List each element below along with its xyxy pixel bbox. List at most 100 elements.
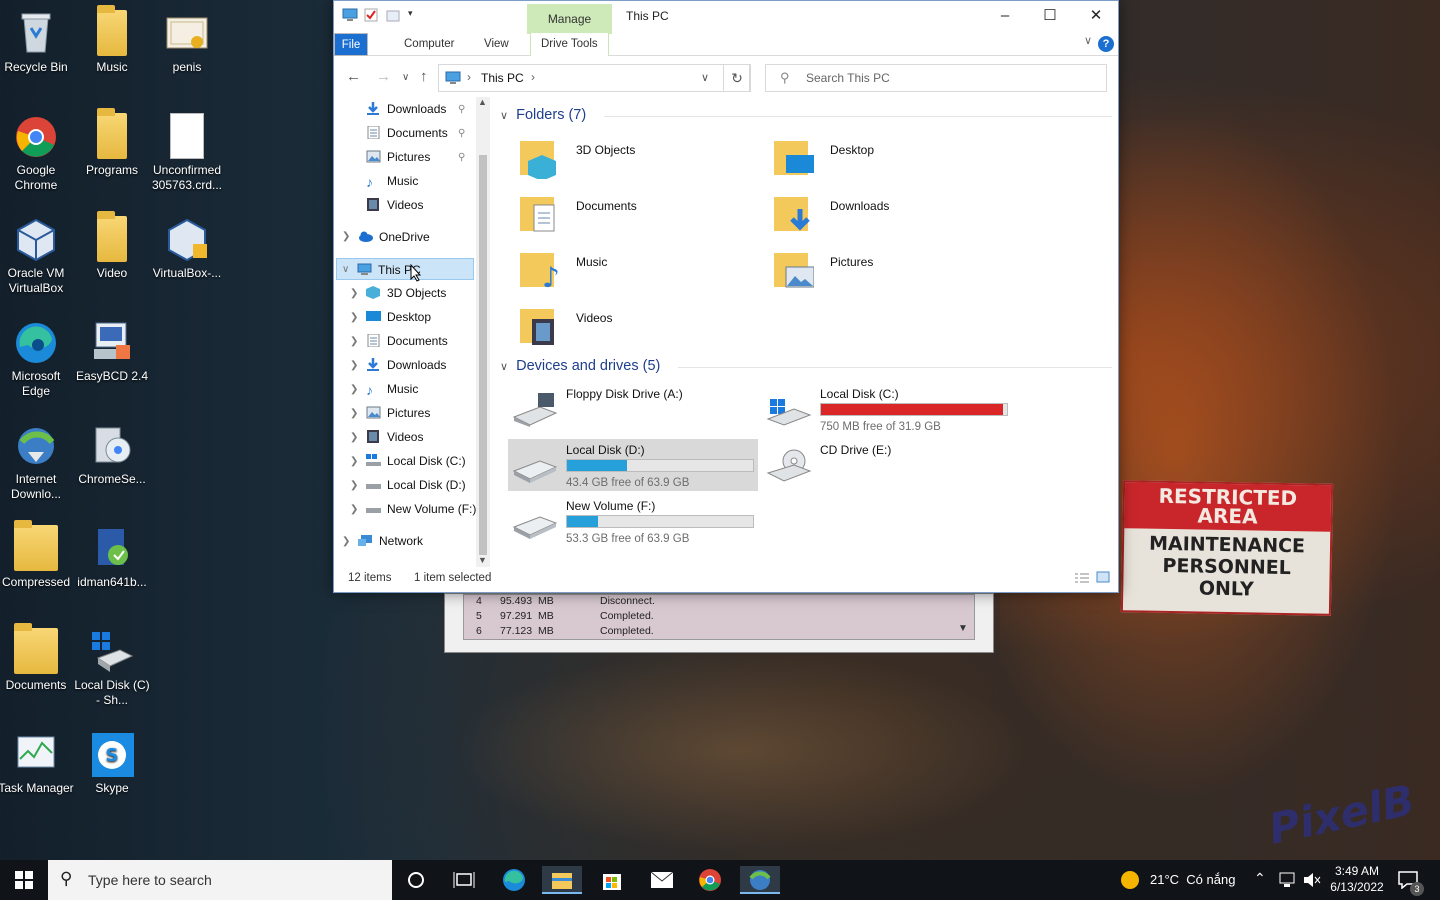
desktop-icon-task-manager[interactable]: Task Manager (0, 725, 74, 796)
sidebar-item-desktop[interactable]: Desktop (366, 306, 431, 328)
drive-local-disk-d[interactable]: Local Disk (D:) 43.4 GB free of 63.9 GB (508, 439, 758, 491)
sidebar-item-pictures-pc[interactable]: Pictures (366, 402, 430, 424)
folders-group-header[interactable]: ∨ Folders (7) (500, 107, 1112, 123)
sidebar-item-downloads[interactable]: Downloads (366, 98, 446, 120)
expand-arrow-icon[interactable]: ❯ (350, 384, 358, 395)
large-icons-view-icon[interactable] (1096, 571, 1110, 586)
clock[interactable]: 3:49 AM 6/13/2022 (1324, 860, 1390, 900)
expand-arrow-icon[interactable]: ❯ (350, 456, 358, 467)
breadcrumb[interactable]: This PC (481, 71, 524, 85)
desktop-icon-music[interactable]: Music (74, 4, 150, 75)
desktop-icon-recycle-bin[interactable]: Recycle Bin (0, 4, 74, 75)
desktop-icon-skype[interactable]: S Skype (74, 725, 150, 796)
tab-manage[interactable]: Manage (527, 4, 612, 34)
back-button[interactable]: ← (346, 68, 361, 85)
expand-arrow-icon[interactable]: ❯ (350, 408, 358, 419)
pin-icon[interactable]: ⚲ (458, 152, 465, 163)
minimize-button[interactable]: – (982, 1, 1028, 31)
expand-arrow-icon[interactable]: ❯ (350, 480, 358, 491)
desktop-icon-edge[interactable]: Microsoft Edge (0, 313, 74, 399)
sidebar-item-3d-objects[interactable]: 3D Objects (366, 282, 446, 304)
address-bar[interactable]: › This PC › ∨ (438, 64, 750, 92)
drive-floppy-a[interactable]: Floppy Disk Drive (A:) (508, 383, 758, 435)
tab-drive-tools[interactable]: Drive Tools (530, 33, 609, 56)
sidebar-item-downloads-pc[interactable]: Downloads (366, 354, 446, 376)
forward-button[interactable]: → (376, 68, 391, 85)
edge-taskbar-icon[interactable] (494, 866, 534, 894)
expand-arrow-icon[interactable]: ❯ (350, 336, 358, 347)
sidebar-item-this-pc[interactable]: This PC (336, 258, 474, 280)
desktop-icon-idman-installer[interactable]: idman641b... (74, 519, 150, 590)
expand-arrow-icon[interactable]: ❯ (350, 504, 358, 515)
scroll-up-icon[interactable]: ▲ (478, 97, 487, 107)
refresh-button[interactable]: ↻ (723, 64, 751, 92)
taskbar-search-input[interactable]: ⚲ Type here to search (48, 860, 392, 900)
expand-arrow-icon[interactable]: ❯ (342, 231, 350, 242)
desktop-icon-virtualbox-installer[interactable]: VirtualBox-... (149, 210, 225, 281)
close-button[interactable]: ✕ (1073, 1, 1119, 31)
download-list[interactable]: 4 95.493 MB Disconnect. 5 97.291 MB Comp… (463, 594, 975, 640)
search-input[interactable]: ⚲ Search This PC (765, 64, 1107, 92)
network-tray-icon[interactable] (1278, 860, 1298, 900)
sidebar-item-new-volume-f[interactable]: New Volume (F:) (366, 498, 476, 520)
drives-group-header[interactable]: ∨ Devices and drives (5) (500, 358, 1112, 374)
customize-toolbar-icon[interactable]: ▾ (408, 8, 416, 22)
details-view-icon[interactable] (1074, 572, 1090, 587)
desktop-icon-idm[interactable]: Internet Downlo... (0, 416, 74, 502)
desktop-icon-easybcd[interactable]: EasyBCD 2.4 (74, 313, 150, 384)
sidebar-item-music-pc[interactable]: ♪ Music (366, 378, 418, 400)
desktop-icon-local-disk-shortcut[interactable]: Local Disk (C) - Sh... (74, 622, 150, 708)
breadcrumb-separator-icon[interactable]: › (531, 70, 535, 84)
scroll-down-icon[interactable]: ▼ (478, 555, 487, 565)
collapse-arrow-icon[interactable]: ∨ (342, 264, 349, 275)
start-button[interactable] (4, 866, 44, 894)
properties-icon[interactable] (364, 8, 378, 22)
volume-muted-icon[interactable] (1302, 860, 1322, 900)
sidebar-item-videos[interactable]: Videos (366, 194, 423, 216)
desktop-icon-chrome[interactable]: Google Chrome (0, 107, 74, 193)
task-view-button[interactable] (444, 866, 484, 894)
new-folder-icon[interactable] (386, 8, 400, 22)
title-bar[interactable]: ▾ Manage This PC – ☐ ✕ (334, 1, 1119, 34)
sidebar-item-local-disk-c[interactable]: Local Disk (C:) (366, 450, 466, 472)
scroll-down-icon[interactable]: ▼ (958, 623, 972, 634)
desktop-icon-chromesetup[interactable]: ChromeSe... (74, 416, 150, 487)
desktop-icon-unconfirmed-file[interactable]: Unconfirmed 305763.crd... (149, 107, 225, 193)
desktop-icon-virtualbox[interactable]: Oracle VM VirtualBox (0, 210, 74, 296)
maximize-button[interactable]: ☐ (1027, 1, 1073, 31)
expand-arrow-icon[interactable]: ❯ (342, 536, 350, 547)
chrome-taskbar-icon[interactable] (690, 866, 730, 894)
desktop-icon-compressed[interactable]: Compressed (0, 519, 74, 590)
store-taskbar-icon[interactable] (592, 866, 632, 894)
scrollbar-thumb[interactable] (479, 155, 487, 555)
sidebar-item-pictures[interactable]: Pictures (366, 146, 430, 168)
cortana-button[interactable] (396, 866, 436, 894)
sidebar-item-videos-pc[interactable]: Videos (366, 426, 423, 448)
drive-new-volume-f[interactable]: New Volume (F:) 53.3 GB free of 63.9 GB (508, 495, 758, 547)
expand-arrow-icon[interactable]: ❯ (350, 360, 358, 371)
idm-taskbar-icon[interactable] (740, 866, 780, 894)
expand-arrow-icon[interactable]: ❯ (350, 432, 358, 443)
tab-file[interactable]: File (334, 33, 368, 56)
action-center-icon[interactable]: 3 (1398, 860, 1424, 900)
help-icon[interactable]: ? (1098, 36, 1114, 52)
desktop-icon-documents[interactable]: Documents (0, 622, 74, 693)
sidebar-item-documents[interactable]: Documents (366, 122, 448, 144)
expand-arrow-icon[interactable]: ❯ (350, 312, 358, 323)
sidebar-item-documents-pc[interactable]: Documents (366, 330, 448, 352)
up-button[interactable]: ↑ (420, 68, 428, 85)
desktop-icon-programs[interactable]: Programs (74, 107, 150, 178)
sidebar-item-local-disk-d[interactable]: Local Disk (D:) (366, 474, 466, 496)
pin-icon[interactable]: ⚲ (458, 128, 465, 139)
recent-locations-icon[interactable]: ∨ (402, 72, 409, 83)
drive-local-disk-c[interactable]: Local Disk (C:) 750 MB free of 31.9 GB (762, 383, 1012, 435)
sidebar-item-music[interactable]: ♪ Music (366, 170, 418, 192)
mail-taskbar-icon[interactable] (642, 866, 682, 894)
address-dropdown-icon[interactable]: ∨ (701, 71, 709, 84)
desktop-icon-certificate[interactable]: penis (149, 4, 225, 75)
expand-arrow-icon[interactable]: ❯ (350, 288, 358, 299)
sidebar-scrollbar[interactable]: ▲ ▼ (476, 97, 490, 567)
file-explorer-taskbar-icon[interactable] (542, 866, 582, 894)
tab-computer[interactable]: Computer (404, 33, 455, 56)
expand-ribbon-icon[interactable]: ∨ (1084, 34, 1092, 47)
